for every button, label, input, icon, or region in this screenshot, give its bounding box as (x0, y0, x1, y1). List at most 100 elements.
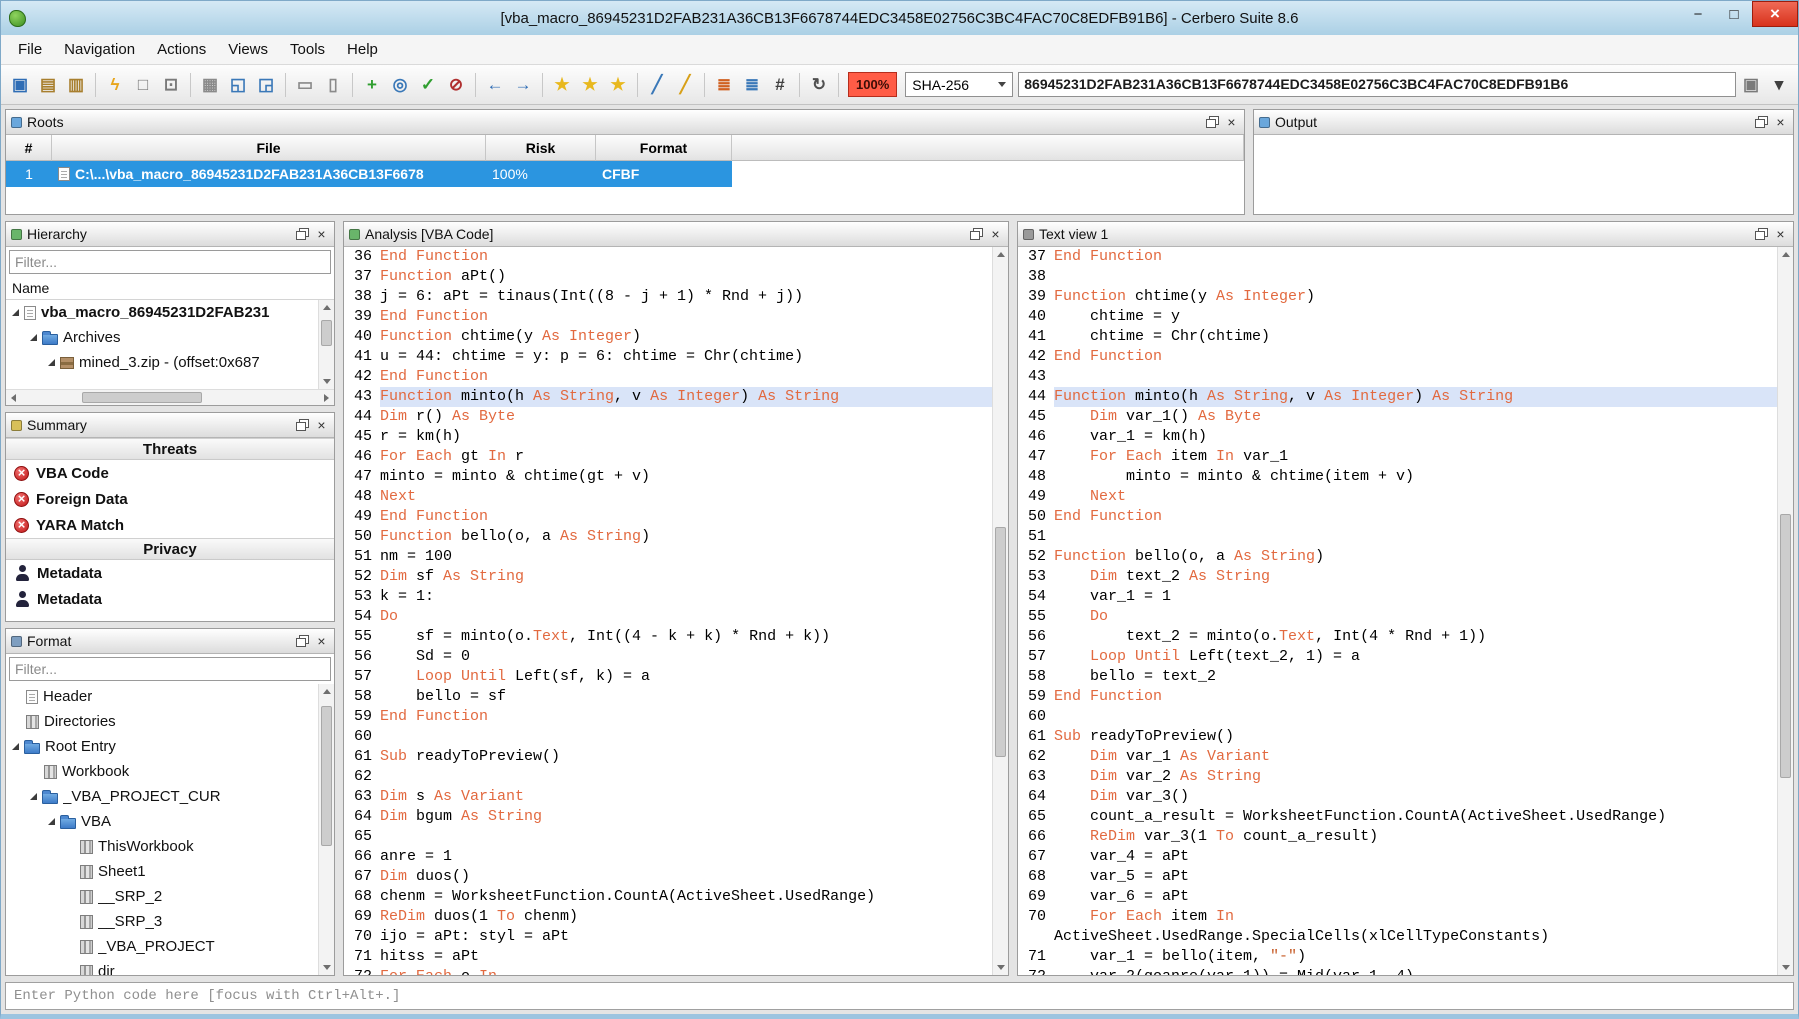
add-icon[interactable]: + (359, 72, 385, 98)
code-line[interactable]: 68chenm = WorksheetFunction.CountA(Activ… (344, 887, 992, 907)
menu-tools[interactable]: Tools (279, 36, 336, 63)
code-line[interactable]: 41 chtime = Chr(chtime) (1018, 327, 1777, 347)
code-line[interactable]: 65 count_a_result = WorksheetFunction.Co… (1018, 807, 1777, 827)
code-line[interactable]: 51nm = 100 (344, 547, 992, 567)
roots-row[interactable]: C:\...\vba_macro_86945231D2FAB231A36CB13… (52, 161, 486, 187)
code-line[interactable]: 43Function minto(h As String, v As Integ… (344, 387, 992, 407)
code-line[interactable]: 53k = 1: (344, 587, 992, 607)
code-line[interactable]: 38j = 6: aPt = tinaus(Int((8 - j + 1) * … (344, 287, 992, 307)
summary-item[interactable]: Metadata (6, 586, 334, 612)
scroll-up-icon[interactable] (1778, 247, 1793, 263)
code-line[interactable]: 36End Function (344, 247, 992, 267)
format-vertical-scrollbar[interactable] (318, 684, 334, 975)
tree-item[interactable]: VBA (6, 809, 318, 834)
code-line[interactable]: 72For Each o In (344, 967, 992, 975)
code-line[interactable]: 69 var_6 = aPt (1018, 887, 1777, 907)
expander-icon[interactable] (48, 818, 55, 825)
textview-vertical-scrollbar[interactable] (1777, 247, 1793, 975)
code-line[interactable]: 38 (1018, 267, 1777, 287)
scroll-down-icon[interactable] (1778, 959, 1793, 975)
back-icon[interactable]: ← (482, 72, 508, 98)
summary-item[interactable]: YARA Match (6, 512, 334, 538)
close-button[interactable]: × (1752, 1, 1798, 27)
code-line[interactable]: 41u = 44: chtime = y: p = 6: chtime = Ch… (344, 347, 992, 367)
tree-item[interactable]: Archives (6, 325, 318, 350)
new-file-icon[interactable]: □ (130, 72, 156, 98)
code-line[interactable]: 46For Each gt In r (344, 447, 992, 467)
code-line[interactable]: 42End Function (1018, 347, 1777, 367)
close-panel-icon[interactable] (314, 227, 329, 242)
hierarchy-horizontal-scrollbar[interactable] (6, 389, 334, 405)
code-line[interactable]: 69ReDim duos(1 To chenm) (344, 907, 992, 927)
shape-pill-icon[interactable]: ▯ (320, 72, 346, 98)
code-line[interactable]: 65 (344, 827, 992, 847)
menu-navigation[interactable]: Navigation (53, 36, 146, 63)
scrollbar-thumb[interactable] (1780, 514, 1791, 778)
hierarchy-filter-input[interactable] (9, 250, 331, 274)
scroll-up-icon[interactable] (993, 247, 1008, 263)
code-line[interactable]: 59End Function (1018, 687, 1777, 707)
code-line[interactable]: 45 Dim var_1() As Byte (1018, 407, 1777, 427)
expander-icon[interactable] (30, 793, 37, 800)
scroll-down-icon[interactable] (319, 959, 334, 975)
scrollbar-track[interactable] (993, 263, 1008, 959)
float-panel-icon[interactable] (1755, 228, 1768, 240)
float-panel-icon[interactable] (296, 635, 309, 647)
code-line[interactable]: 37Function aPt() (344, 267, 992, 287)
code-line[interactable]: 60 (344, 727, 992, 747)
shape-rect-icon[interactable]: ▭ (292, 72, 318, 98)
scrollbar-thumb[interactable] (82, 392, 202, 403)
summary-item[interactable]: VBA Code (6, 460, 334, 486)
bookmark-list-icon[interactable]: ★ (605, 72, 631, 98)
scrollbar-track[interactable] (22, 390, 318, 405)
forward-icon[interactable]: → (510, 72, 536, 98)
tree-item[interactable]: Directories (6, 709, 318, 734)
minimize-button[interactable]: − (1680, 1, 1716, 27)
maximize-button[interactable]: □ (1716, 1, 1752, 27)
code-line[interactable]: 46 var_1 = km(h) (1018, 427, 1777, 447)
scrollbar-thumb[interactable] (321, 706, 332, 846)
analysis-vertical-scrollbar[interactable] (992, 247, 1008, 975)
code-line[interactable]: 45r = km(h) (344, 427, 992, 447)
float-panel-icon[interactable] (970, 228, 983, 240)
code-line[interactable]: 71 var_1 = bello(item, "-") (1018, 947, 1777, 967)
menu-views[interactable]: Views (217, 36, 279, 63)
tree-item[interactable]: mined_3.zip - (offset:0x687 (6, 350, 318, 375)
code-line[interactable]: 67 var_4 = aPt (1018, 847, 1777, 867)
code-line[interactable]: 48 minto = minto & chtime(item + v) (1018, 467, 1777, 487)
code-line[interactable]: 60 (1018, 707, 1777, 727)
scroll-up-icon[interactable] (319, 300, 334, 316)
tree-item[interactable]: Sheet1 (6, 859, 318, 884)
code-line[interactable]: 57 Loop Until Left(text_2, 1) = a (1018, 647, 1777, 667)
expander-icon[interactable] (12, 743, 19, 750)
layout-left-icon[interactable]: ≣ (711, 72, 737, 98)
code-line[interactable]: 39Function chtime(y As Integer) (1018, 287, 1777, 307)
close-panel-icon[interactable] (1773, 115, 1788, 130)
zoom-level-badge[interactable]: 100% (848, 72, 897, 97)
layout-right-icon[interactable]: ≣ (739, 72, 765, 98)
close-panel-icon[interactable] (314, 418, 329, 433)
expander-icon[interactable] (30, 334, 37, 341)
bookmark-add-icon[interactable]: ★ (549, 72, 575, 98)
scroll-left-icon[interactable] (6, 390, 22, 405)
code-line[interactable]: 72 var_2(goanre(var_1)) = Mid(var_1, 4) (1018, 967, 1777, 975)
close-panel-icon[interactable] (1224, 115, 1239, 130)
tree-item[interactable]: vba_macro_86945231D2FAB231 (6, 300, 318, 325)
menu-file[interactable]: File (7, 36, 53, 63)
code-line[interactable]: 56 Sd = 0 (344, 647, 992, 667)
code-line[interactable]: 49End Function (344, 507, 992, 527)
float-panel-icon[interactable] (296, 228, 309, 240)
code-line[interactable]: 58 bello = text_2 (1018, 667, 1777, 687)
scrollbar-track[interactable] (1778, 263, 1793, 959)
code-line[interactable]: 70ijo = aPt: styl = aPt (344, 927, 992, 947)
export-report-icon[interactable]: ▥ (63, 72, 89, 98)
tree-item[interactable]: ThisWorkbook (6, 834, 318, 859)
code-line[interactable]: 43 (1018, 367, 1777, 387)
code-line[interactable]: 70 For Each item In (1018, 907, 1777, 927)
scrollbar-track[interactable] (319, 700, 334, 959)
float-panel-icon[interactable] (1755, 116, 1768, 128)
code-line[interactable]: 63 Dim var_2 As String (1018, 767, 1777, 787)
copy-icon[interactable]: ▦ (197, 72, 223, 98)
code-line[interactable]: 52Function bello(o, a As String) (1018, 547, 1777, 567)
export-package-icon[interactable]: ▤ (35, 72, 61, 98)
